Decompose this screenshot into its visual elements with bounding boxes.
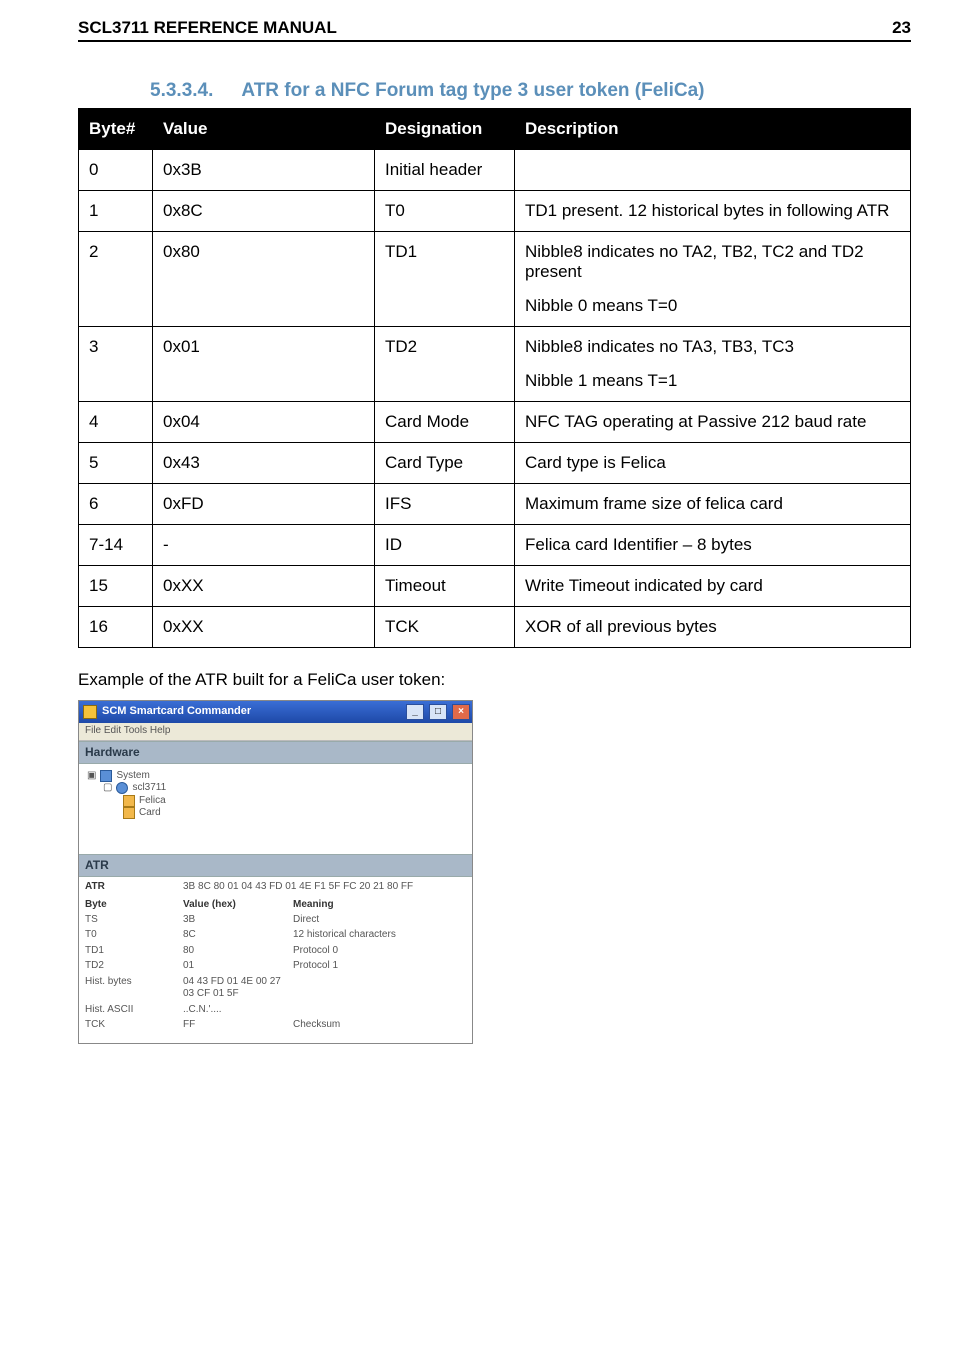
cell-designation: TCK bbox=[375, 607, 515, 648]
section-title: ATR for a NFC Forum tag type 3 user toke… bbox=[241, 80, 704, 102]
cell-value: 0x43 bbox=[153, 443, 375, 484]
cell-byte: 16 bbox=[79, 607, 153, 648]
cell-description: Felica card Identifier – 8 bytes bbox=[515, 525, 911, 566]
table-row: 50x43Card TypeCard type is Felica bbox=[79, 443, 911, 484]
cell-byte: 4 bbox=[79, 402, 153, 443]
cell-description: TD1 present. 12 historical bytes in foll… bbox=[515, 191, 911, 232]
window-title: SCM Smartcard Commander bbox=[102, 705, 251, 719]
cell-description: Card type is Felica bbox=[515, 443, 911, 484]
table-row: 40x04Card ModeNFC TAG operating at Passi… bbox=[79, 402, 911, 443]
maximize-icon[interactable]: □ bbox=[429, 704, 447, 720]
atr-value: 3B 8C 80 01 04 43 FD 01 4E F1 5F FC 20 2… bbox=[183, 881, 413, 894]
cell-designation: TD1 bbox=[375, 232, 515, 327]
tree-node[interactable]: Felica bbox=[139, 795, 166, 808]
atr-details: ATR 3B 8C 80 01 04 43 FD 01 4E F1 5F FC … bbox=[79, 877, 472, 1043]
table-row: 20x80TD1Nibble8 indicates no TA2, TB2, T… bbox=[79, 232, 911, 327]
panel-hardware: Hardware bbox=[79, 741, 472, 764]
th-description: Description bbox=[515, 109, 911, 150]
table-row: 30x01TD2Nibble8 indicates no TA3, TB3, T… bbox=[79, 327, 911, 402]
doc-title: SCL3711 REFERENCE MANUAL bbox=[78, 18, 337, 38]
table-row: 7-14-IDFelica card Identifier – 8 bytes bbox=[79, 525, 911, 566]
cell-value: 0xXX bbox=[153, 566, 375, 607]
panel-atr: ATR bbox=[79, 854, 472, 877]
cell-byte: 15 bbox=[79, 566, 153, 607]
screenshot-window: SCM Smartcard Commander _ □ × File Edit … bbox=[78, 700, 473, 1044]
cell-byte: 7-14 bbox=[79, 525, 153, 566]
minimize-icon[interactable]: _ bbox=[406, 704, 424, 720]
th-designation: Designation bbox=[375, 109, 515, 150]
table-row: 10x8CT0TD1 present. 12 historical bytes … bbox=[79, 191, 911, 232]
th-byte: Byte# bbox=[79, 109, 153, 150]
cell-designation: TD2 bbox=[375, 327, 515, 402]
page-header: SCL3711 REFERENCE MANUAL 23 bbox=[78, 18, 911, 42]
card-icon bbox=[123, 807, 135, 819]
cell-byte: 3 bbox=[79, 327, 153, 402]
cell-description: Nibble8 indicates no TA3, TB3, TC3Nibble… bbox=[515, 327, 911, 402]
col-value: Value (hex) bbox=[183, 899, 293, 912]
cell-value: - bbox=[153, 525, 375, 566]
table-row: 00x3BInitial header bbox=[79, 150, 911, 191]
tree-node[interactable]: scl3711 bbox=[132, 782, 166, 795]
hardware-tree[interactable]: ▣System ▢scl3711 Felica Card bbox=[79, 764, 472, 854]
atr-detail-row: TS3BDirect bbox=[85, 914, 466, 927]
app-icon bbox=[83, 705, 97, 719]
cell-description: NFC TAG operating at Passive 212 baud ra… bbox=[515, 402, 911, 443]
table-row: 160xXXTCKXOR of all previous bytes bbox=[79, 607, 911, 648]
cell-designation: ID bbox=[375, 525, 515, 566]
example-caption: Example of the ATR built for a FeliCa us… bbox=[78, 670, 911, 690]
cell-description bbox=[515, 150, 911, 191]
table-row: 60xFDIFSMaximum frame size of felica car… bbox=[79, 484, 911, 525]
col-meaning: Meaning bbox=[293, 899, 466, 912]
th-value: Value bbox=[153, 109, 375, 150]
cell-designation: Initial header bbox=[375, 150, 515, 191]
menubar[interactable]: File Edit Tools Help bbox=[79, 723, 472, 741]
chip-icon bbox=[123, 795, 135, 807]
tree-root[interactable]: System bbox=[116, 770, 149, 783]
cell-value: 0x04 bbox=[153, 402, 375, 443]
page-number: 23 bbox=[892, 18, 911, 38]
cell-designation: T0 bbox=[375, 191, 515, 232]
globe-icon bbox=[116, 782, 128, 794]
atr-table: Byte# Value Designation Description 00x3… bbox=[78, 108, 911, 648]
cell-description: XOR of all previous bytes bbox=[515, 607, 911, 648]
cell-value: 0x8C bbox=[153, 191, 375, 232]
tree-node[interactable]: Card bbox=[139, 807, 161, 820]
atr-detail-row: Hist. ASCII..C.N.'.... bbox=[85, 1004, 466, 1017]
cell-value: 0x01 bbox=[153, 327, 375, 402]
close-icon[interactable]: × bbox=[452, 704, 470, 720]
cell-byte: 1 bbox=[79, 191, 153, 232]
atr-label: ATR bbox=[85, 881, 183, 894]
cell-designation: Timeout bbox=[375, 566, 515, 607]
cell-designation: Card Mode bbox=[375, 402, 515, 443]
cell-value: 0xFD bbox=[153, 484, 375, 525]
cell-value: 0x80 bbox=[153, 232, 375, 327]
cell-description: Nibble8 indicates no TA2, TB2, TC2 and T… bbox=[515, 232, 911, 327]
col-byte: Byte bbox=[85, 899, 183, 912]
cell-designation: IFS bbox=[375, 484, 515, 525]
section-number: 5.3.3.4. bbox=[150, 80, 213, 102]
cell-description: Maximum frame size of felica card bbox=[515, 484, 911, 525]
window-titlebar: SCM Smartcard Commander _ □ × bbox=[79, 701, 472, 723]
cell-value: 0xXX bbox=[153, 607, 375, 648]
cell-designation: Card Type bbox=[375, 443, 515, 484]
section-heading: 5.3.3.4. ATR for a NFC Forum tag type 3 … bbox=[150, 80, 911, 102]
cell-byte: 0 bbox=[79, 150, 153, 191]
atr-detail-row: T08C12 historical characters bbox=[85, 929, 466, 942]
cell-byte: 5 bbox=[79, 443, 153, 484]
table-header-row: Byte# Value Designation Description bbox=[79, 109, 911, 150]
table-row: 150xXXTimeoutWrite Timeout indicated by … bbox=[79, 566, 911, 607]
monitor-icon bbox=[100, 770, 112, 782]
cell-byte: 6 bbox=[79, 484, 153, 525]
cell-value: 0x3B bbox=[153, 150, 375, 191]
atr-detail-row: TD201Protocol 1 bbox=[85, 960, 466, 973]
cell-byte: 2 bbox=[79, 232, 153, 327]
atr-detail-row: Hist. bytes04 43 FD 01 4E 00 27 03 CF 01… bbox=[85, 976, 466, 1001]
cell-description: Write Timeout indicated by card bbox=[515, 566, 911, 607]
atr-detail-row: TD180Protocol 0 bbox=[85, 945, 466, 958]
atr-detail-row: TCKFFChecksum bbox=[85, 1019, 466, 1032]
